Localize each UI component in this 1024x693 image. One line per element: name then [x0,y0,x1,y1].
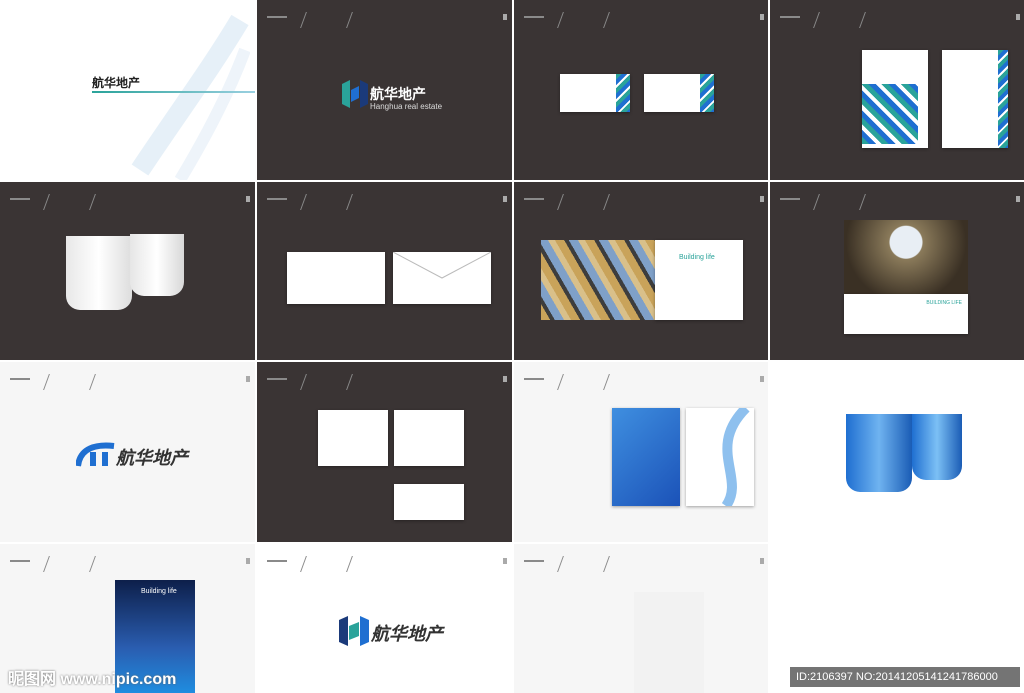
panel-blue-cups [770,362,1024,542]
clear-bag [634,592,704,693]
panel-header [780,194,1020,214]
bag-swoosh-icon [721,404,750,509]
panel-header [524,374,764,394]
panel-clear-bag [514,544,768,693]
dark-logo-cn: 航华地产 [370,87,426,103]
cup-large [66,236,132,310]
panel-header [10,194,250,214]
panel-header [267,556,507,576]
blue-poster-slogan: Building life [141,588,177,595]
stationery-card-2 [394,410,464,466]
envelope-back [392,251,492,304]
swoosh-logo-icon [76,442,115,467]
panel-header [524,194,764,214]
panel-cover: 航华地产 [0,0,255,180]
h-monogram-logo-icon [339,616,369,646]
paper-bag-patterned [862,50,928,148]
panel-header [524,556,764,576]
cover-logo-cn: 航华地产 [92,76,141,90]
panel-blue-bags [514,362,768,542]
vi-sheet-grid: 航华地产 航华地产 Hanghua real estate Building l… [0,0,1024,693]
panel-poster: BUILDING LIFE [770,182,1024,360]
cup-small [130,234,184,296]
panel-header [267,194,507,214]
brochure-page: Building life [655,240,743,320]
watermark-site: 昵图网 www.nipic.com [8,671,177,688]
white-bag [686,404,754,509]
panel-header [10,374,250,394]
panel-logo-dark: 航华地产 Hanghua real estate [257,0,512,180]
business-card-back [644,74,714,112]
stationery-card-1 [318,410,388,466]
dark-logo-en: Hanghua real estate [370,102,443,111]
panel-header [267,374,507,394]
h-monogram-logo-icon [342,80,368,108]
watermark-id: ID:2106397 NO:20141205141241786000 [790,667,1020,687]
panel-cups-teal [0,182,255,360]
poster-footer: BUILDING LIFE [844,294,968,334]
cover-line [92,91,255,93]
business-card-front [560,74,630,112]
panel-header [267,12,507,32]
panel-envelopes [257,182,512,360]
panel-header [524,12,764,32]
panel-business-cards [514,0,768,180]
panel-empty: ID:2106397 NO:20141205141241786000 [770,544,1024,693]
brochure-photo [541,240,655,320]
envelope-front [287,252,385,304]
blue-logo-cn: 航华地产 [116,448,188,469]
paper-bag-plain [942,50,1008,148]
poster-slogan: BUILDING LIFE [926,300,962,306]
panel-blue-stationery [257,362,512,542]
panel-bags [770,0,1024,180]
variant-logo-cn: 航华地产 [371,624,443,645]
blue-cup-small [912,414,962,480]
poster-photo [844,220,968,294]
stationery-card-3 [394,484,464,520]
blue-cup-large [846,414,912,492]
swoosh-bg-icon [131,14,250,180]
panel-blue-logo: 航华地产 [0,362,255,542]
panel-brochure: Building life [514,182,768,360]
panel-blue-poster: Building life 昵图网 www.nipic.com [0,544,255,693]
envelope-flap-icon [392,251,492,279]
panel-header [10,556,250,576]
blue-bag [612,408,680,506]
panel-logo-variant: 航华地产 [257,544,512,693]
brochure-slogan: Building life [679,254,715,261]
panel-header [780,12,1020,32]
